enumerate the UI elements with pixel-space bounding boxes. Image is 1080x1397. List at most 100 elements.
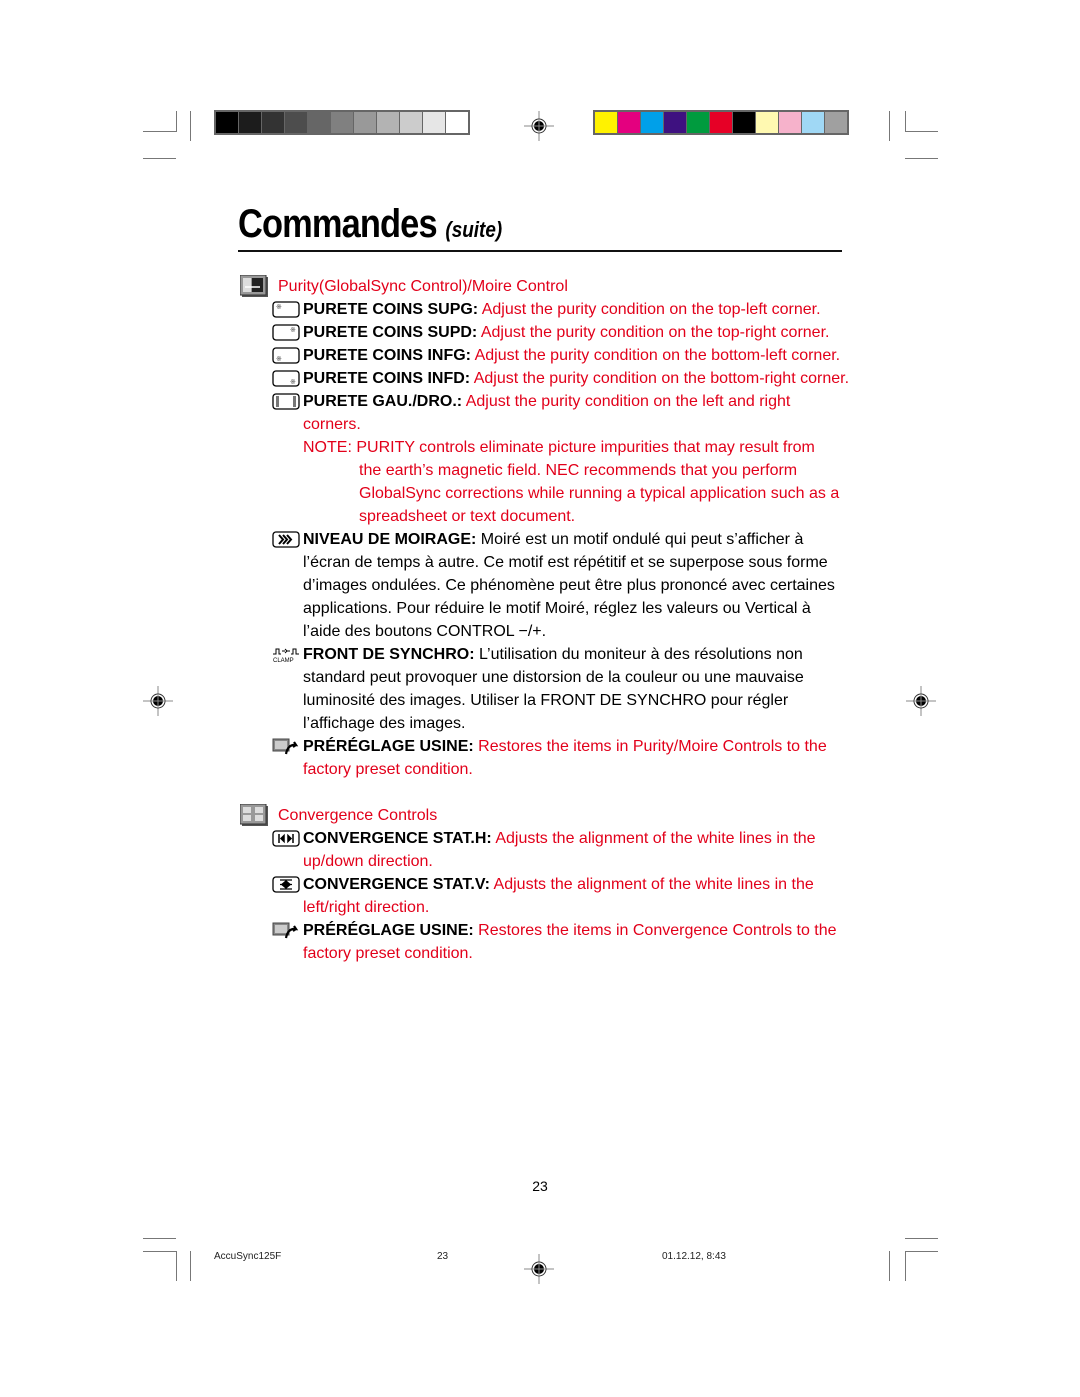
crop-mark	[905, 1238, 938, 1239]
svg-text:※: ※	[276, 304, 282, 311]
convergence-section-icon	[240, 804, 268, 826]
corner-top-right-icon: ※	[272, 324, 300, 341]
item-label: PRÉRÉGLAGE USINE:	[303, 738, 474, 755]
color-swatch	[825, 112, 847, 133]
note-prefix: NOTE:	[303, 439, 352, 456]
item-text: Adjust the purity condition on the top-r…	[480, 324, 830, 341]
svg-text:※: ※	[290, 327, 296, 334]
color-swatch	[285, 112, 307, 133]
corner-top-left-icon: ※	[272, 301, 300, 318]
item-label: NIVEAU DE MOIRAGE:	[303, 531, 477, 548]
color-swatch	[641, 112, 663, 133]
crop-mark	[143, 1251, 176, 1252]
svg-text:CLAMP: CLAMP	[273, 658, 294, 663]
color-swatch	[331, 112, 353, 133]
factory-preset-icon	[272, 922, 299, 939]
list-item: CONVERGENCE STAT.V: Adjusts the alignmen…	[240, 873, 850, 919]
registration-mark-icon	[524, 111, 554, 141]
left-right-purity-icon	[272, 393, 300, 410]
title-suite: (suite)	[445, 217, 503, 242]
crop-mark	[905, 1251, 938, 1252]
color-swatch	[216, 112, 238, 133]
purity-section-icon	[240, 275, 268, 297]
factory-preset-icon	[272, 738, 299, 755]
item-label: PURETE COINS INFG:	[303, 347, 472, 364]
registration-mark-icon	[906, 686, 936, 716]
crop-mark	[889, 1251, 890, 1281]
color-swatch	[664, 112, 686, 133]
color-swatch	[262, 112, 284, 133]
color-swatch	[756, 112, 778, 133]
color-calibration-bar	[593, 110, 849, 135]
item-label: PRÉRÉGLAGE USINE:	[303, 922, 474, 939]
convergence-h-icon	[272, 830, 300, 847]
list-item: ※ PURETE COINS INFG: Adjust the purity c…	[240, 344, 850, 367]
list-item: CONVERGENCE STAT.H: Adjusts the alignmen…	[240, 827, 850, 873]
color-swatch	[779, 112, 801, 133]
list-item: ※ PURETE COINS SUPG: Adjust the purity c…	[240, 298, 850, 321]
color-swatch	[308, 112, 330, 133]
crop-mark	[176, 1251, 177, 1281]
list-item: PRÉRÉGLAGE USINE: Restores the items in …	[240, 919, 850, 965]
item-text: Adjust the purity condition on the botto…	[474, 347, 841, 364]
color-swatch	[446, 112, 468, 133]
crop-mark	[905, 131, 938, 132]
item-label: CONVERGENCE STAT.V:	[303, 876, 490, 893]
convergence-v-icon	[272, 876, 300, 893]
moire-icon	[272, 531, 300, 548]
registration-mark-icon	[143, 686, 173, 716]
section-heading-convergence: Convergence Controls	[240, 803, 850, 827]
clamp-icon: CLAMP	[273, 648, 299, 663]
item-label: FRONT DE SYNCHRO:	[303, 646, 475, 663]
registration-mark-icon	[524, 1254, 554, 1284]
color-swatch	[618, 112, 640, 133]
svg-text:※: ※	[290, 379, 296, 386]
footer-timestamp: 01.12.12, 8:43	[662, 1251, 726, 1262]
crop-mark	[905, 1251, 906, 1281]
crop-mark	[143, 131, 176, 132]
purity-note: NOTE: PURITY controls eliminate picture …	[240, 436, 850, 528]
gray-calibration-bar	[214, 110, 470, 135]
color-swatch	[687, 112, 709, 133]
section-heading-text: Convergence Controls	[278, 806, 438, 824]
crop-mark	[176, 111, 177, 132]
svg-text:※: ※	[276, 356, 282, 363]
color-swatch	[595, 112, 617, 133]
list-item: PURETE GAU./DRO.: Adjust the purity cond…	[240, 390, 850, 436]
color-swatch	[802, 112, 824, 133]
crop-mark	[143, 1238, 176, 1239]
crop-mark	[143, 158, 176, 159]
note-body: the earth’s magnetic field. NEC recommen…	[359, 462, 840, 525]
section-heading-purity: Purity(GlobalSync Control)/Moire Control	[240, 274, 850, 298]
footer-filename: AccuSync125F	[214, 1251, 282, 1262]
color-swatch	[733, 112, 755, 133]
content: Purity(GlobalSync Control)/Moire Control…	[240, 274, 850, 965]
corner-bottom-right-icon: ※	[272, 370, 300, 387]
item-text: Adjust the purity condition on the top-l…	[481, 301, 821, 318]
item-label: CONVERGENCE STAT.H:	[303, 830, 492, 847]
list-item: ※ PURETE COINS INFD: Adjust the purity c…	[240, 367, 850, 390]
footer-page: 23	[437, 1251, 449, 1262]
color-swatch	[400, 112, 422, 133]
color-swatch	[423, 112, 445, 133]
crop-mark	[190, 1251, 191, 1281]
list-item: ※ PURETE COINS SUPD: Adjust the purity c…	[240, 321, 850, 344]
section-heading-text: Purity(GlobalSync Control)/Moire Control	[278, 277, 568, 295]
color-swatch	[239, 112, 261, 133]
title-divider	[238, 250, 842, 252]
crop-mark	[905, 158, 938, 159]
item-label: PURETE GAU./DRO.:	[303, 393, 463, 410]
list-item: PRÉRÉGLAGE USINE: Restores the items in …	[240, 735, 850, 781]
crop-mark	[905, 111, 906, 132]
title-main: Commandes	[238, 202, 438, 246]
color-swatch	[354, 112, 376, 133]
item-label: PURETE COINS SUPD:	[303, 324, 478, 341]
color-swatch	[710, 112, 732, 133]
list-item: CLAMP FRONT DE SYNCHRO: L’utilisation du…	[240, 643, 850, 735]
crop-mark	[190, 111, 191, 141]
page-title: Commandes (suite)	[238, 204, 502, 244]
list-item: NIVEAU DE MOIRAGE: Moiré est un motif on…	[240, 528, 850, 643]
item-label: PURETE COINS INFD:	[303, 370, 471, 387]
corner-bottom-left-icon: ※	[272, 347, 300, 364]
item-label: PURETE COINS SUPG:	[303, 301, 479, 318]
